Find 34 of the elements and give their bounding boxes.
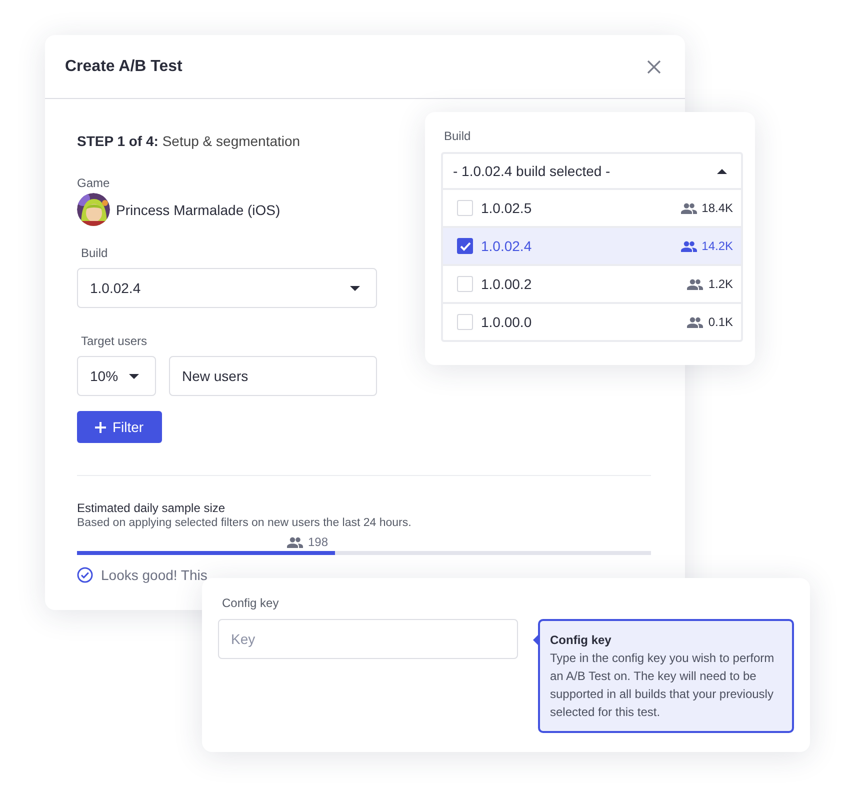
sample-count: 198 — [308, 535, 328, 549]
check-circle-icon — [77, 567, 93, 583]
users-icon — [680, 240, 697, 252]
field-label: Game — [77, 176, 110, 190]
config-key-field[interactable]: Key — [218, 619, 518, 659]
build-option[interactable]: 1.0.00.0 0.1K — [443, 304, 741, 340]
users-icon — [287, 536, 303, 548]
field-label: Build — [444, 129, 471, 143]
close-icon[interactable] — [647, 60, 661, 74]
field-label: Config key — [222, 596, 279, 610]
caret-down-icon — [129, 374, 139, 378]
users-icon — [687, 278, 704, 290]
sample-description: Based on applying selected filters on new users the last 24 hours. — [77, 517, 412, 529]
game-name: Princess Marmalade (iOS) — [116, 202, 280, 218]
build-option[interactable]: 1.0.02.4 14.2K — [443, 228, 741, 266]
status-message: Looks good! This — [101, 567, 208, 583]
users-icon — [680, 202, 697, 214]
field-label: Build — [81, 246, 108, 260]
caret-up-icon — [717, 168, 727, 174]
percent-select[interactable]: 10% — [77, 356, 156, 396]
plus-icon — [95, 422, 106, 432]
checkbox[interactable] — [457, 238, 473, 254]
filter-button[interactable]: Filter — [77, 411, 162, 443]
build-select[interactable]: 1.0.02.4 — [77, 268, 377, 308]
dialog-title: Create A/B Test — [65, 58, 182, 76]
users-icon — [687, 316, 704, 328]
build-option[interactable]: 1.0.00.2 1.2K — [443, 266, 741, 304]
build-select[interactable]: - 1.0.02.4 build selected - — [443, 154, 741, 190]
field-label: Target users — [81, 334, 148, 348]
step-heading: STEP 1 of 4: Setup & segmentation — [77, 133, 300, 149]
caret-down-icon — [350, 286, 360, 290]
sample-title: Estimated daily sample size — [77, 501, 226, 515]
segment-field[interactable]: New users — [169, 356, 377, 396]
tooltip-pointer — [532, 633, 540, 647]
